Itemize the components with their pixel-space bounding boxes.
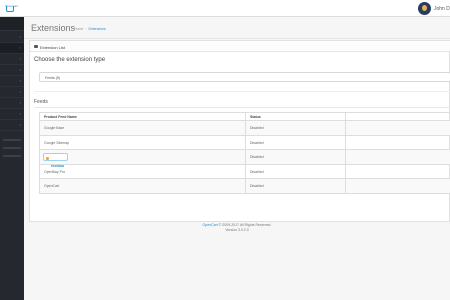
page-title: Extensions — [31, 23, 76, 33]
chevron-right-icon: › — [19, 45, 21, 50]
user-name: John D — [434, 6, 450, 12]
footer-brand-link[interactable]: OpenCart — [203, 223, 218, 227]
feed-status: Disabled — [250, 155, 264, 159]
chevron-right-icon: › — [19, 78, 21, 83]
sidebar-item-4[interactable]: › — [0, 65, 24, 76]
footer-copyright-text: © 2009-2017 All Rights Reserved. — [217, 223, 272, 227]
feed-name: OpenBay Pro — [44, 169, 66, 174]
column-header-status: Status — [250, 114, 261, 119]
extension-type-select[interactable]: Feeds (5) — [39, 72, 450, 82]
panel-heading: Extension List — [30, 41, 450, 52]
breadcrumb-current[interactable]: Extensions — [89, 27, 106, 31]
feed-actions — [346, 136, 450, 150]
avatar — [418, 2, 431, 15]
extension-type-value: Feeds (5) — [45, 75, 60, 80]
column-header-name: Product Feed Name — [44, 114, 77, 119]
top-header: OpenCart John D — [0, 0, 450, 17]
hloraka-logo-icon — [46, 156, 49, 160]
footer-version: Version 3.0.2.0 — [225, 228, 249, 232]
user-menu[interactable]: John D — [418, 1, 450, 16]
feed-name: OpenCart — [44, 184, 60, 188]
feed-status: Disabled — [250, 126, 264, 130]
table-header-row: Product Feed Name Status — [40, 113, 450, 120]
table-row: Google Base Disabled — [40, 120, 450, 135]
logo-text: OpenCart — [5, 4, 19, 8]
feed-actions — [346, 165, 450, 179]
sidebar-item-8[interactable]: › — [0, 109, 24, 120]
feed-name: Google Base — [44, 126, 65, 130]
sidebar-item-2[interactable]: › — [0, 43, 24, 54]
feeds-table: Product Feed Name Status Google Base Dis… — [39, 112, 450, 194]
hloraka-badge[interactable]: Hloraka — [43, 153, 68, 168]
sidebar-item-1[interactable]: › — [0, 32, 24, 43]
footer: OpenCart © 2009-2017 All Rights Reserved… — [24, 223, 450, 233]
main-content: Extensions Home › Extensions Extension Lis… — [24, 17, 450, 300]
feed-actions — [346, 121, 450, 135]
table-row: Google Sitemap Disabled — [40, 134, 450, 150]
table-row: Hloraka Disabled — [40, 149, 450, 168]
feed-status: Disabled — [250, 169, 264, 174]
table-row: OpenBay Pro Disabled — [40, 163, 450, 179]
puzzle-icon — [34, 45, 38, 48]
opencart-logo[interactable]: OpenCart — [4, 3, 20, 14]
breadcrumb-home[interactable]: Home — [74, 27, 83, 31]
chevron-right-icon: › — [19, 100, 21, 105]
feed-actions — [346, 150, 450, 164]
sidebar: › › › › › › › › › — [0, 17, 24, 300]
feeds-divider — [34, 107, 450, 108]
breadcrumb: Home › Extensions — [74, 27, 106, 31]
feeds-title: Feeds — [34, 99, 48, 105]
sidebar-item-6[interactable]: › — [0, 87, 24, 98]
sidebar-item-5[interactable]: › — [0, 76, 24, 87]
extension-list-panel: Extension List Choose the extension type… — [29, 40, 450, 222]
feed-status: Disabled — [250, 184, 264, 188]
breadcrumb-separator: › — [85, 27, 87, 31]
chevron-right-icon: › — [19, 67, 21, 72]
chevron-right-icon: › — [19, 56, 21, 61]
sidebar-nav-toggle[interactable] — [0, 17, 24, 31]
chevron-right-icon: › — [19, 122, 21, 127]
feed-status: Disabled — [250, 140, 264, 145]
title-divider — [24, 38, 450, 39]
stat-bar-other — [3, 155, 21, 157]
chevron-right-icon: › — [19, 111, 21, 116]
chevron-right-icon: › — [19, 34, 21, 39]
stat-bar-completed — [3, 139, 21, 141]
table-row: OpenCart Disabled — [40, 178, 450, 193]
sidebar-item-3[interactable]: › — [0, 54, 24, 65]
panel-heading-text: Extension List — [40, 44, 65, 50]
stat-bar-processing — [3, 147, 21, 149]
sidebar-item-7[interactable]: › — [0, 98, 24, 109]
section-divider — [34, 91, 450, 92]
choose-type-title: Choose the extension type — [34, 57, 106, 63]
feed-name: Google Sitemap — [44, 140, 70, 145]
feed-actions — [346, 179, 450, 193]
chevron-right-icon: › — [19, 89, 21, 94]
sidebar-item-9[interactable]: › — [0, 120, 24, 131]
